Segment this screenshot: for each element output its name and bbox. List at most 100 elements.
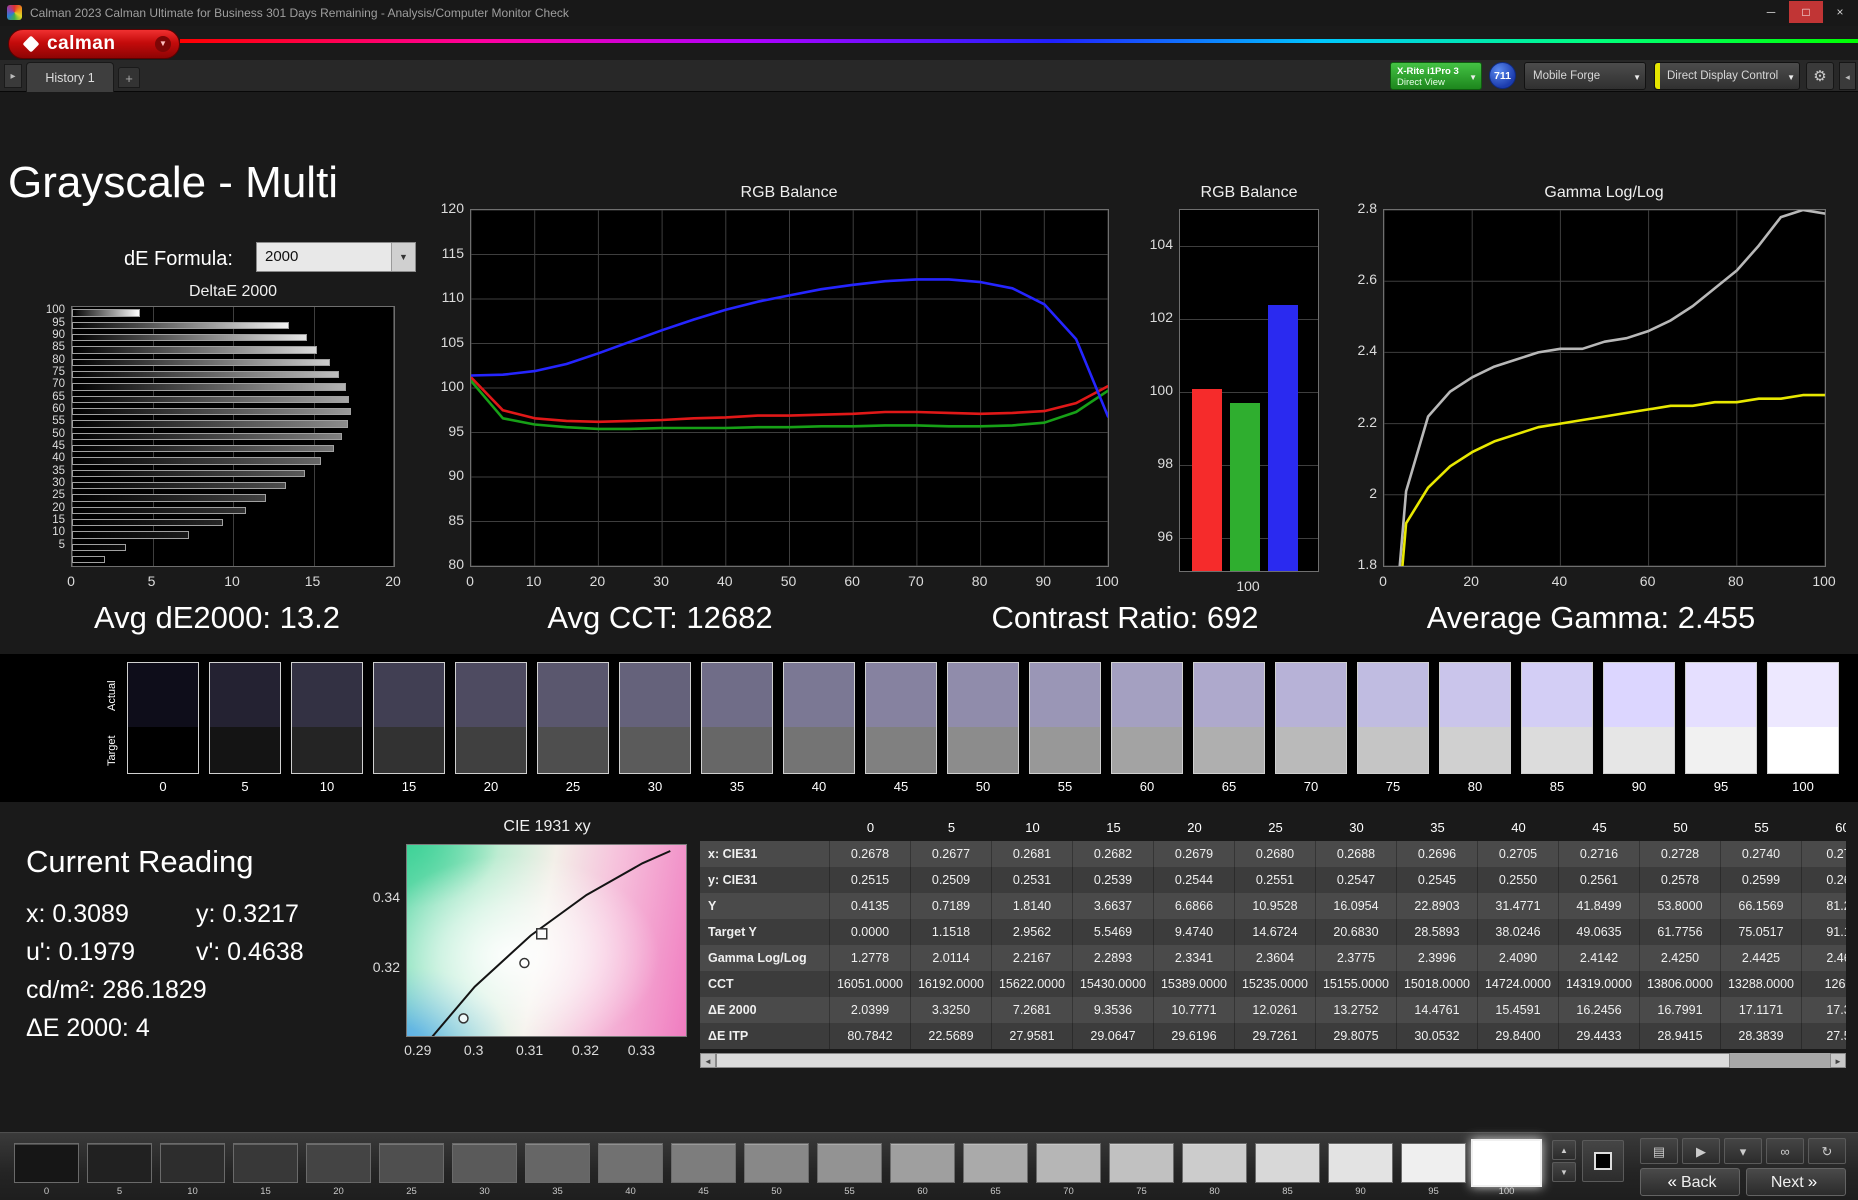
axis-tick: 2.4 — [1331, 342, 1377, 358]
pattern-swatch-button-15[interactable] — [233, 1143, 298, 1183]
cell-value: 2.4090 — [1478, 945, 1559, 971]
cell-value: 28.9415 — [1640, 1023, 1721, 1049]
scroll-left-button[interactable]: ◄ — [700, 1053, 716, 1068]
de-formula-dropdown[interactable]: 2000 ▼ — [256, 242, 416, 272]
pattern-swatch-button-45[interactable] — [671, 1143, 736, 1183]
next-arrow-icon: » — [1808, 1172, 1817, 1191]
pattern-swatch-button-35[interactable] — [525, 1143, 590, 1183]
axis-tick: 100 — [1802, 573, 1846, 589]
scrollbar-track[interactable] — [716, 1053, 1830, 1068]
deltae-bar-10 — [72, 531, 189, 538]
deltae-bar-100 — [72, 309, 140, 316]
pattern-swatch-button-25[interactable] — [379, 1143, 444, 1183]
deltae-bar-5 — [72, 544, 126, 551]
direct-display-control-dropdown[interactable]: Direct Display Control ▼ — [1654, 62, 1800, 90]
pattern-swatch-button-60[interactable] — [890, 1143, 955, 1183]
cell-value: 0.2515 — [830, 867, 911, 893]
close-button[interactable]: × — [1823, 1, 1857, 23]
row-label: y: CIE31 — [700, 867, 830, 893]
swatch-actual — [1604, 663, 1674, 727]
table-horizontal-scrollbar[interactable]: ◄ ► — [700, 1053, 1846, 1068]
axis-tick: 110 — [418, 289, 464, 305]
pattern-swatch-button-20[interactable] — [306, 1143, 371, 1183]
grayscale-swatch-90 — [1603, 662, 1675, 774]
table-corner-cell — [700, 815, 830, 841]
pattern-swatch-button-10[interactable] — [160, 1143, 225, 1183]
rainbow-divider — [180, 39, 1858, 43]
pattern-swatch-button-5[interactable] — [87, 1143, 152, 1183]
panel-expander-button[interactable]: ▸ — [4, 64, 22, 88]
column-header: 45 — [1559, 815, 1640, 841]
table-row: Y0.41350.71891.81403.66376.686610.952816… — [700, 893, 1846, 919]
swatch-level-label: 20 — [455, 779, 527, 794]
pattern-window-button[interactable] — [1582, 1140, 1624, 1182]
pattern-swatch-button-75[interactable] — [1109, 1143, 1174, 1183]
cell-value: 0.2679 — [1154, 841, 1235, 867]
pattern-swatch-button-80[interactable] — [1182, 1143, 1247, 1183]
swatch-level-label: 75 — [1357, 779, 1429, 794]
pattern-swatch-label: 0 — [14, 1186, 79, 1197]
spinner-up-button[interactable]: ▲ — [1552, 1140, 1576, 1160]
cell-value: 15235.0000 — [1235, 971, 1316, 997]
cell-value: 12.0261 — [1235, 997, 1316, 1023]
pattern-swatch-button-100[interactable] — [1471, 1139, 1542, 1187]
chevron-down-icon[interactable]: ▼ — [155, 36, 171, 52]
pattern-swatch-button-50[interactable] — [744, 1143, 809, 1183]
axis-tick: 15 — [29, 514, 65, 527]
pattern-swatch-button-90[interactable] — [1328, 1143, 1393, 1183]
cell-value: 22.8903 — [1397, 893, 1478, 919]
settings-gear-button[interactable]: ⚙ — [1806, 62, 1834, 90]
toolbar-icon-button-2[interactable]: ▶ — [1682, 1138, 1720, 1164]
swatch-actual — [1030, 663, 1100, 727]
collapse-panel-button[interactable]: ◂ — [1839, 62, 1856, 90]
meter-xrite-i1pro3-dropdown[interactable]: X-Rite i1Pro 3 Direct View ▼ — [1390, 62, 1482, 90]
pattern-swatch-button-65[interactable] — [963, 1143, 1028, 1183]
grayscale-swatch-25 — [537, 662, 609, 774]
pattern-swatch-button-85[interactable] — [1255, 1143, 1320, 1183]
swatch-actual — [292, 663, 362, 727]
cell-value: 28.3839 — [1721, 1023, 1802, 1049]
grayscale-swatch-35 — [701, 662, 773, 774]
toolbar-icon-button-4[interactable]: ∞ — [1766, 1138, 1804, 1164]
back-button[interactable]: «Back — [1640, 1168, 1740, 1196]
scrollbar-thumb[interactable] — [716, 1053, 1730, 1068]
axis-tick: 0 — [1361, 573, 1405, 589]
pattern-swatch-button-30[interactable] — [452, 1143, 517, 1183]
meter-mode: Direct View — [1397, 77, 1445, 88]
cell-value: 14.4761 — [1397, 997, 1478, 1023]
swatch-level-label: 60 — [1111, 779, 1183, 794]
cell-value: 2.4250 — [1640, 945, 1721, 971]
cell-value: 13806.0000 — [1640, 971, 1721, 997]
restore-button[interactable]: □ — [1789, 1, 1823, 23]
meter-mobile-forge-dropdown[interactable]: Mobile Forge ▼ — [1524, 62, 1646, 90]
grayscale-swatch-0 — [127, 662, 199, 774]
chevron-down-icon: ▼ — [1787, 73, 1795, 82]
cell-value: 28.5893 — [1397, 919, 1478, 945]
add-tab-button[interactable]: + — [118, 67, 140, 88]
pattern-swatch-label: 85 — [1255, 1186, 1320, 1197]
axis-tick: 2 — [1331, 485, 1377, 501]
toolbar-icon-button-3[interactable]: ▾ — [1724, 1138, 1762, 1164]
swatch-level-label: 45 — [865, 779, 937, 794]
pattern-swatch-button-40[interactable] — [598, 1143, 663, 1183]
toolbar-icon-button-1[interactable]: ▤ — [1640, 1138, 1678, 1164]
calman-logo-button[interactable]: calman ▼ — [8, 29, 180, 59]
reading-de2000: ΔE 2000: 4 — [26, 1014, 150, 1043]
column-header: 50 — [1640, 815, 1721, 841]
cell-value: 0.262 — [1802, 867, 1846, 893]
pattern-swatch-button-70[interactable] — [1036, 1143, 1101, 1183]
pattern-swatch-button-0[interactable] — [14, 1143, 79, 1183]
spinner-down-button[interactable]: ▼ — [1552, 1162, 1576, 1182]
minimize-button[interactable]: ─ — [1754, 1, 1788, 23]
swatch-actual — [1440, 663, 1510, 727]
cell-value: 29.8075 — [1316, 1023, 1397, 1049]
next-button[interactable]: Next» — [1746, 1168, 1846, 1196]
tab-history-1[interactable]: History 1 — [26, 62, 114, 92]
scroll-right-button[interactable]: ► — [1830, 1053, 1846, 1068]
cell-value: 81.26 — [1802, 893, 1846, 919]
cell-value: 2.3775 — [1316, 945, 1397, 971]
toolbar-icon-button-5[interactable]: ↻ — [1808, 1138, 1846, 1164]
pattern-swatch-button-95[interactable] — [1401, 1143, 1466, 1183]
pattern-swatch-button-55[interactable] — [817, 1143, 882, 1183]
axis-tick: 115 — [418, 245, 464, 261]
